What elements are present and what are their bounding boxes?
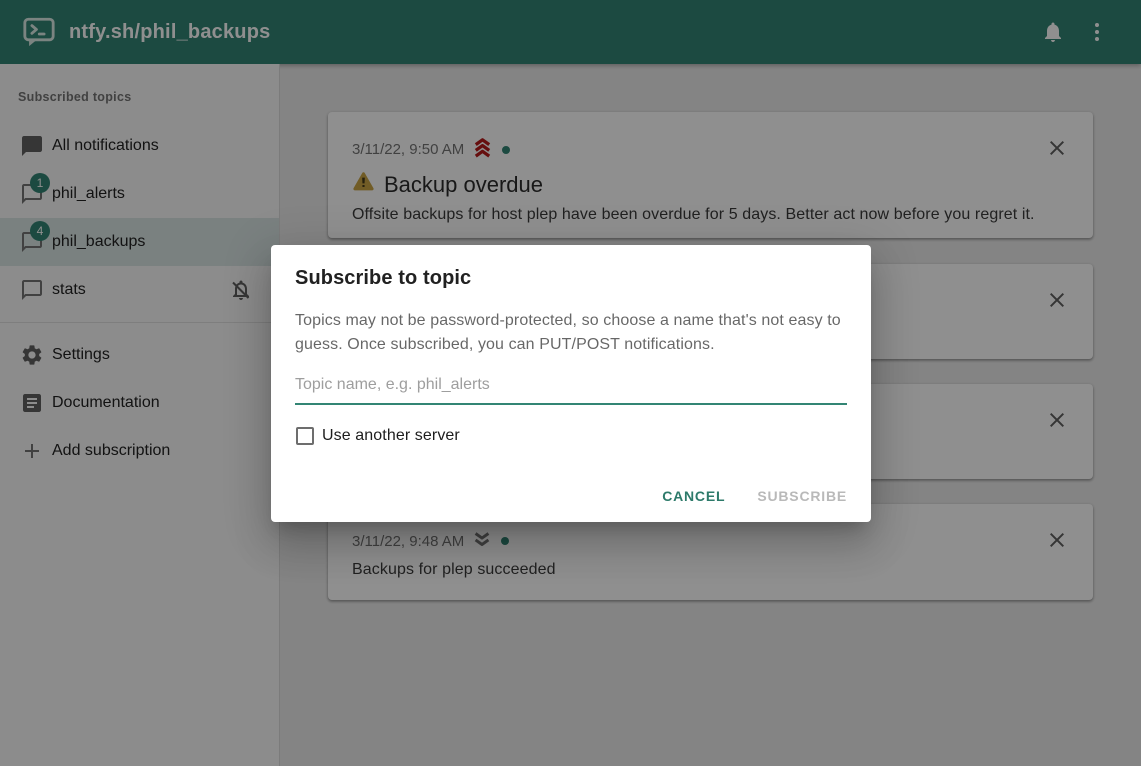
checkbox-label: Use another server [322, 427, 460, 445]
checkbox-icon [296, 427, 314, 445]
cancel-button[interactable]: CANCEL [646, 478, 741, 514]
use-another-server-checkbox[interactable]: Use another server [295, 427, 847, 445]
subscribe-dialog: Subscribe to topic Topics may not be pas… [271, 245, 871, 522]
dialog-actions: CANCEL SUBSCRIBE [646, 478, 863, 514]
subscribe-button[interactable]: SUBSCRIBE [741, 478, 863, 514]
topic-name-input[interactable] [295, 370, 847, 405]
dialog-description: Topics may not be password-protected, so… [295, 309, 847, 357]
dialog-title: Subscribe to topic [295, 245, 847, 290]
